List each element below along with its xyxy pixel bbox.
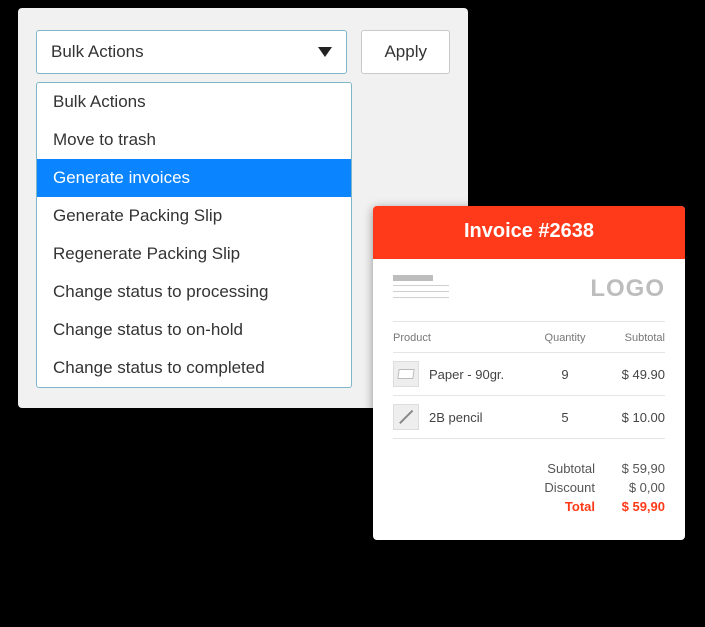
col-quantity: Quantity [535, 332, 595, 344]
invoice-columns: Product Quantity Subtotal [373, 322, 685, 352]
product-qty: 9 [535, 367, 595, 382]
bulk-option[interactable]: Bulk Actions [37, 83, 351, 121]
paper-icon [393, 361, 419, 387]
product-name: 2B pencil [429, 410, 482, 425]
invoice-line-item: 2B pencil 5$ 10.00 [373, 396, 685, 438]
product-subtotal: $ 10.00 [595, 410, 665, 425]
product-qty: 5 [535, 410, 595, 425]
bulk-option[interactable]: Change status to processing [37, 273, 351, 311]
bulk-option[interactable]: Change status to on-hold [37, 311, 351, 349]
invoice-items: Paper - 90gr. 9$ 49.90 2B pencil 5$ 10.00 [373, 353, 685, 438]
subtotal-value: $ 59,90 [595, 461, 665, 476]
invoice-top-row: LOGO [373, 259, 685, 321]
product-name: Paper - 90gr. [429, 367, 504, 382]
caret-down-icon [318, 47, 332, 57]
invoice-title: Invoice #2638 [373, 206, 685, 259]
discount-value: $ 0,00 [595, 480, 665, 495]
col-subtotal: Subtotal [595, 332, 665, 344]
pencil-icon [393, 404, 419, 430]
product-subtotal: $ 49.90 [595, 367, 665, 382]
apply-button[interactable]: Apply [361, 30, 450, 74]
discount-label: Discount [515, 480, 595, 495]
col-product: Product [393, 332, 535, 344]
bulk-actions-select[interactable]: Bulk Actions [36, 30, 347, 74]
bulk-option[interactable]: Change status to completed [37, 349, 351, 387]
invoice-totals: Subtotal $ 59,90 Discount $ 0,00 Total $… [373, 439, 685, 540]
bulk-actions-selected-label: Bulk Actions [51, 42, 144, 62]
bulk-actions-dropdown: Bulk ActionsMove to trashGenerate invoic… [36, 82, 352, 388]
bulk-actions-toolbar: Bulk Actions Apply [36, 30, 450, 74]
total-label: Total [515, 499, 595, 514]
bulk-option[interactable]: Generate invoices [37, 159, 351, 197]
invoice-preview: Invoice #2638 LOGO Product Quantity Subt… [373, 206, 685, 540]
logo-placeholder: LOGO [590, 275, 665, 303]
total-value: $ 59,90 [595, 499, 665, 514]
subtotal-label: Subtotal [515, 461, 595, 476]
invoice-line-item: Paper - 90gr. 9$ 49.90 [373, 353, 685, 395]
bulk-option[interactable]: Move to trash [37, 121, 351, 159]
address-placeholder [393, 275, 449, 303]
bulk-option[interactable]: Regenerate Packing Slip [37, 235, 351, 273]
bulk-option[interactable]: Generate Packing Slip [37, 197, 351, 235]
